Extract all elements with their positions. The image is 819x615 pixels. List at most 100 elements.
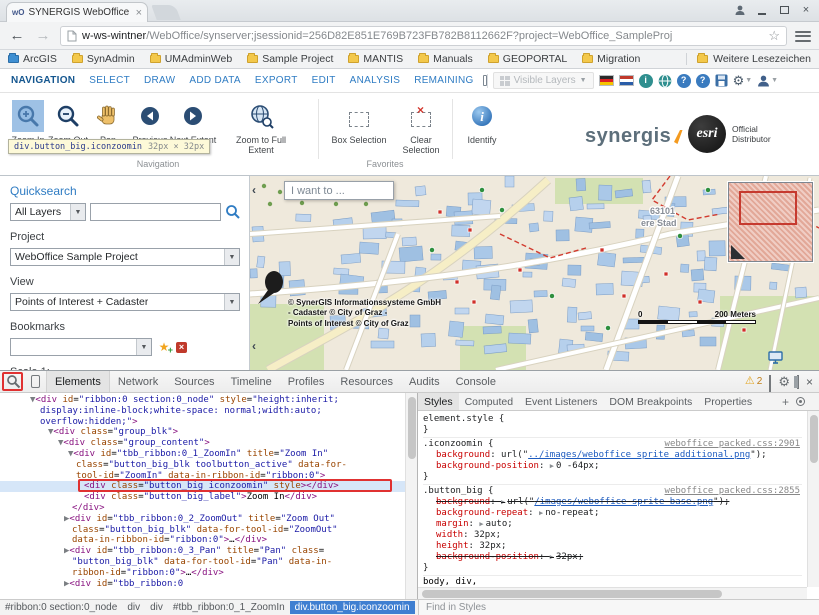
- dom-line[interactable]: <div class="button_big iconzoomin" style…: [0, 481, 405, 492]
- info-icon[interactable]: i: [639, 74, 653, 88]
- dom-line[interactable]: <div class="button_big_label">Zoom In</d…: [0, 492, 405, 503]
- new-tab-button[interactable]: [151, 5, 180, 20]
- stylesheet-link[interactable]: weboffice_packed.css:2901: [665, 439, 802, 450]
- dom-line[interactable]: class="button_big_blk" data-for-tool-id=…: [0, 525, 405, 536]
- breadcrumb-item[interactable]: #ribbon:0 section:0_node: [0, 601, 122, 614]
- style-property[interactable]: background-position: ▶0 -64px;: [423, 461, 802, 472]
- save-icon[interactable]: [715, 74, 728, 87]
- style-property[interactable]: background-repeat: ▶no-repeat;: [423, 508, 802, 519]
- ribbon-tab-select[interactable]: SELECT: [82, 75, 137, 86]
- collapse-panel-icon[interactable]: ‹: [252, 340, 256, 352]
- address-bar[interactable]: w-ws-wintner/WebOffice/synserver;jsessio…: [60, 26, 787, 46]
- support-icon[interactable]: ?: [696, 74, 710, 88]
- styles-tab-styles[interactable]: Styles: [418, 393, 459, 410]
- devtools-close-icon[interactable]: ×: [806, 375, 813, 389]
- i-want-to-input[interactable]: I want to ...: [284, 181, 394, 200]
- styles-hscrollbar[interactable]: [418, 587, 807, 599]
- bookmark-item[interactable]: Sample Project: [247, 53, 333, 65]
- device-mode-button[interactable]: [24, 372, 46, 392]
- quicksearch-title[interactable]: Quicksearch: [10, 184, 241, 198]
- style-rule[interactable]: .iconzoomin {weboffice_packed.css:2901ba…: [423, 438, 802, 485]
- settings-button[interactable]: ⚙▼: [733, 74, 753, 87]
- style-rule[interactable]: .button_big {weboffice_packed.css:2855ba…: [423, 485, 802, 576]
- browser-tab[interactable]: wO SYNERGIS WebOffice Web ×: [6, 2, 148, 22]
- user-button[interactable]: ▼: [757, 74, 778, 87]
- dom-line[interactable]: class="button_big_blk toolbutton_active"…: [0, 460, 405, 471]
- find-in-styles-input[interactable]: Find in Styles: [418, 600, 819, 615]
- devtools-tab-audits[interactable]: Audits: [401, 371, 448, 392]
- dom-line[interactable]: </div>: [0, 503, 405, 514]
- collapse-sidebar-icon[interactable]: ‹: [252, 184, 256, 196]
- bookmarks-more-button[interactable]: Weitere Lesezeichen: [686, 53, 811, 65]
- expand-arrow-icon[interactable]: ▶: [550, 553, 554, 561]
- breadcrumb-item[interactable]: div: [122, 601, 145, 614]
- ribbon-tab-draw[interactable]: DRAW: [137, 75, 182, 86]
- dom-scrollbar[interactable]: [405, 393, 417, 599]
- styles-tab-event-listeners[interactable]: Event Listeners: [519, 393, 603, 410]
- style-property[interactable]: background: url("../images/weboffice_spr…: [423, 450, 802, 461]
- globe-icon[interactable]: [658, 74, 672, 88]
- devtools-tab-console[interactable]: Console: [448, 371, 504, 392]
- dom-line[interactable]: ▼<div id="tbb_ribbon:0_1_ZoomIn" title="…: [0, 449, 405, 460]
- project-select[interactable]: WebOffice Sample Project ▼: [10, 248, 240, 266]
- devtools-tab-network[interactable]: Network: [110, 371, 166, 392]
- display-icon[interactable]: [768, 351, 783, 367]
- bookmark-item[interactable]: MANTIS: [348, 53, 403, 65]
- devtools-settings-icon[interactable]: ⚙: [778, 375, 790, 388]
- zoom-full-extent-button[interactable]: Zoom to Full Extent: [226, 100, 296, 156]
- box-selection-button[interactable]: Box Selection: [330, 100, 388, 145]
- minimize-button[interactable]: [751, 1, 773, 19]
- quicksearch-input[interactable]: [90, 203, 221, 221]
- style-property[interactable]: height: 32px;: [423, 541, 802, 552]
- style-property[interactable]: width: 32px;: [423, 530, 802, 541]
- dom-line[interactable]: ▶<div id="tbb_ribbon:0_3_Pan" title="Pan…: [0, 546, 405, 557]
- style-rule[interactable]: element.style {}: [423, 413, 802, 438]
- warning-badge[interactable]: ⚠2: [745, 376, 762, 387]
- dom-line[interactable]: ▼<div id="ribbon:0 section:0_node" style…: [0, 395, 405, 406]
- maximize-button[interactable]: [773, 1, 795, 19]
- ribbon-tab-export[interactable]: EXPORT: [248, 75, 305, 86]
- devtools-tab-sources[interactable]: Sources: [166, 371, 222, 392]
- breadcrumb-item[interactable]: div.button_big.iconzoomin: [290, 601, 415, 614]
- style-property[interactable]: background-position: ▶32px;: [423, 552, 802, 563]
- add-bookmark-icon[interactable]: ★: [156, 341, 172, 353]
- dom-line[interactable]: "button_big_blk" data-for-tool-id="Pan" …: [0, 557, 405, 568]
- layers-filter-select[interactable]: All Layers ▼: [10, 203, 86, 221]
- back-button[interactable]: ←: [8, 28, 26, 43]
- flag-dutch-icon[interactable]: [619, 75, 634, 86]
- console-drawer-icon[interactable]: [769, 376, 771, 388]
- visible-layers-button[interactable]: Visible Layers ▼: [493, 72, 594, 89]
- breadcrumb-item[interactable]: #tbb_ribbon:0_1_ZoomIn: [168, 601, 290, 614]
- search-icon[interactable]: [225, 204, 241, 220]
- inspect-element-button[interactable]: [2, 372, 24, 392]
- dom-line[interactable]: tool-id="ZoomIn" data-in-ribbon-id="ribb…: [0, 471, 405, 482]
- bookmark-item[interactable]: GEOPORTAL: [488, 53, 567, 65]
- devtools-tab-timeline[interactable]: Timeline: [223, 371, 280, 392]
- styles-tab-dom-breakpoints[interactable]: DOM Breakpoints: [603, 393, 698, 410]
- devtools-tab-elements[interactable]: Elements: [46, 371, 110, 392]
- ribbon-tab-add-data[interactable]: ADD DATA: [182, 75, 247, 86]
- menu-button[interactable]: [795, 30, 811, 42]
- delete-bookmark-icon[interactable]: ×: [176, 342, 187, 353]
- devtools-tab-resources[interactable]: Resources: [332, 371, 401, 392]
- css-url-link[interactable]: ../images/weboffice_sprite_additional.pn…: [528, 450, 750, 460]
- bookmarks-select[interactable]: ▼: [10, 338, 152, 356]
- profile-icon[interactable]: [729, 1, 751, 19]
- overview-extent-rectangle[interactable]: [739, 191, 797, 225]
- close-button[interactable]: ×: [795, 1, 817, 19]
- ribbon-tab-analysis[interactable]: ANALYSIS: [343, 75, 408, 86]
- bookmark-item[interactable]: Manuals: [418, 53, 473, 65]
- style-property[interactable]: background: ▶url("/images/weboffice_spri…: [423, 497, 802, 508]
- expand-arrow-icon[interactable]: ▶: [550, 462, 554, 470]
- styles-tab-properties[interactable]: Properties: [698, 393, 758, 410]
- css-url-link[interactable]: /images/weboffice_sprite_base.png: [534, 497, 713, 507]
- bookmark-item[interactable]: Migration: [582, 53, 640, 65]
- overview-map[interactable]: [728, 182, 813, 262]
- expand-arrow-icon[interactable]: ▶: [479, 520, 483, 528]
- style-property[interactable]: margin: ▶auto;: [423, 519, 802, 530]
- dom-line[interactable]: overflow:hidden;">: [0, 417, 405, 428]
- dom-line[interactable]: ▶<div id="tbb_ribbon:0_2_ZoomOut" title=…: [0, 514, 405, 525]
- devtools-tab-profiles[interactable]: Profiles: [280, 371, 333, 392]
- bookmark-star-icon[interactable]: ☆: [768, 29, 780, 42]
- dom-line[interactable]: ▼<div class="group_content">: [0, 438, 405, 449]
